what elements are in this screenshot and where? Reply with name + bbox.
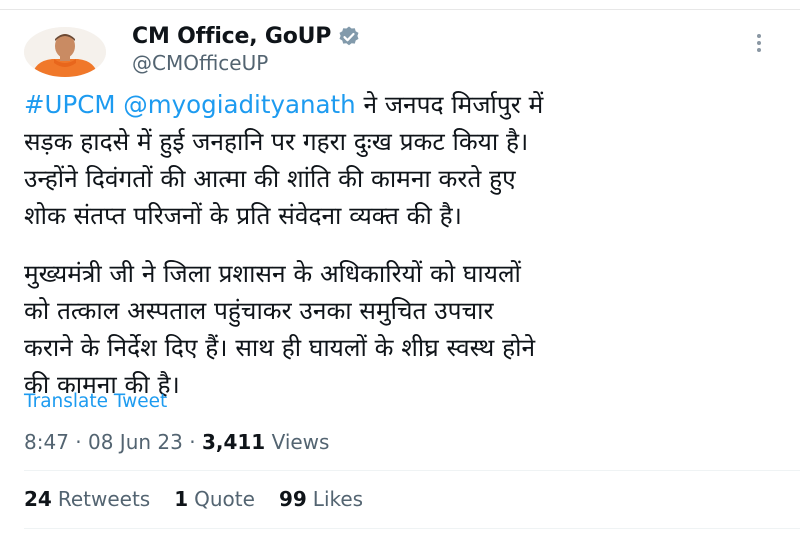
quotes-count: 1 <box>174 487 189 511</box>
tweet-stats: 24 Retweets 1 Quote 99 Likes <box>24 487 387 511</box>
more-options-icon[interactable] <box>752 34 766 58</box>
tweet-meta: 8:47 · 08 Jun 23 · 3,411 Views <box>24 430 329 454</box>
author-handle[interactable]: @CMOfficeUP <box>132 51 268 75</box>
meta-separator-1: · <box>68 430 88 454</box>
retweets-label: Retweets <box>57 487 151 511</box>
tweet-paragraph-1: #UPCM @myogiadityanath ने जनपद मिर्जापुर… <box>24 86 784 234</box>
quotes-stat[interactable]: 1 Quote <box>174 487 255 511</box>
retweets-stat[interactable]: 24 Retweets <box>24 487 150 511</box>
likes-count: 99 <box>278 487 307 511</box>
views-label: Views <box>265 430 330 454</box>
tweet-paragraph-2: मुख्यमंत्री जी ने जिला प्रशासन के अधिकार… <box>24 259 536 399</box>
tweet-date[interactable]: 08 Jun 23 <box>88 430 183 454</box>
tweet-time[interactable]: 8:47 <box>24 430 69 454</box>
hashtag-link[interactable]: #UPCM <box>24 90 115 119</box>
avatar[interactable] <box>24 27 106 77</box>
profile-avatar-icon <box>24 27 106 77</box>
author-name-row: CM Office, GoUP <box>132 24 361 49</box>
retweets-count: 24 <box>24 487 52 511</box>
top-border <box>0 9 800 10</box>
views-count: 3,411 <box>201 430 266 454</box>
divider-bottom <box>24 528 800 529</box>
quotes-label: Quote <box>194 487 255 511</box>
divider <box>24 470 800 471</box>
translate-tweet-link[interactable]: Translate Tweet <box>24 391 167 412</box>
mention-link[interactable]: @myogiadityanath <box>123 90 355 119</box>
author-display-name[interactable]: CM Office, GoUP <box>132 24 331 49</box>
likes-stat[interactable]: 99 Likes <box>279 487 363 511</box>
verified-badge-icon <box>337 25 361 49</box>
likes-label: Likes <box>312 487 364 511</box>
meta-separator-2: · <box>182 430 202 454</box>
